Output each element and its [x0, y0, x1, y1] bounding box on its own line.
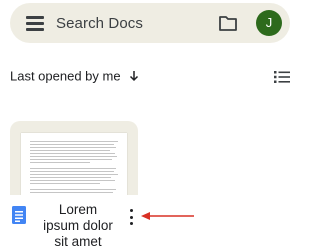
thumbnail-text-line: [30, 177, 111, 179]
thumbnail-text-line: [30, 153, 115, 155]
thumbnail-text-line: [30, 144, 114, 146]
thumbnail-text-line: [30, 141, 118, 143]
thumbnail-text-line: [30, 147, 116, 149]
thumbnail-text-line: [30, 183, 100, 185]
thumbnail-text-line: [30, 156, 117, 158]
sort-button[interactable]: Last opened by me: [10, 67, 139, 87]
thumbnail-text-line: [30, 150, 110, 152]
thumbnail-text-line: [30, 159, 112, 161]
search-input[interactable]: Search Docs: [56, 15, 143, 32]
thumbnail-text-line: [30, 168, 116, 170]
thumbnail-text-line: [30, 174, 118, 176]
arrow-down-icon: [130, 70, 139, 81]
arrow-left-icon: [141, 212, 194, 220]
document-title[interactable]: Lorem ipsum dolor sit amet: [42, 202, 114, 250]
list-view-icon[interactable]: [274, 70, 290, 84]
search-bar[interactable]: Search Docs J: [10, 3, 290, 43]
folder-icon[interactable]: [218, 14, 238, 32]
thumbnail-text-line: [30, 180, 115, 182]
sort-label: Last opened by me: [10, 68, 121, 84]
avatar[interactable]: J: [256, 10, 282, 36]
menu-icon[interactable]: [26, 15, 44, 31]
docs-icon: [12, 206, 26, 224]
document-thumbnail: [21, 133, 127, 195]
thumbnail-text-line: [30, 162, 90, 164]
more-vert-icon[interactable]: [128, 208, 134, 226]
thumbnail-text-line: [30, 192, 113, 194]
thumbnail-text-line: [30, 171, 114, 173]
thumbnail-text-line: [30, 189, 116, 191]
document-card[interactable]: [10, 121, 138, 195]
